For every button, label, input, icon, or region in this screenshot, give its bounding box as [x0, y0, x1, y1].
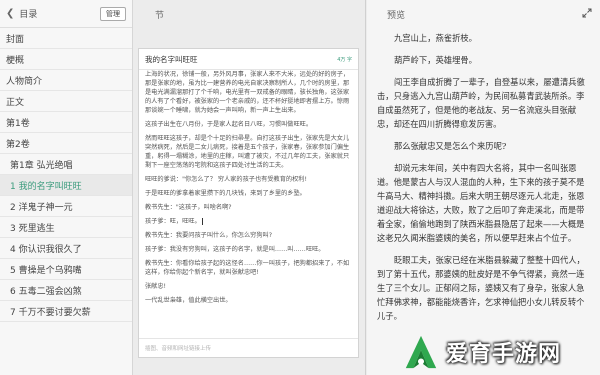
text-caret	[201, 217, 203, 225]
word-count-badge: 4万 字	[337, 56, 352, 63]
manage-button[interactable]: 管理	[100, 6, 126, 21]
preview-text: 九宫山上，燕雀折枝。 葫芦岭下，英雄埋骨。闯王李自成折腾了一辈子，自登基以来，屡遭…	[367, 28, 600, 323]
chevron-left-icon[interactable]: ❮	[6, 8, 14, 19]
toc-item[interactable]: 5 曹操是个乌鸦嘴	[0, 259, 132, 280]
watermark-text: 爱育手游网	[446, 342, 562, 367]
toc-title: 目录	[19, 10, 38, 20]
toc-item[interactable]: 正文	[0, 91, 132, 112]
preview-paragraph: 却说元末年间，关中有四大名将，其中一名叫张恩道。他是蒙古人与汉人混血的人种，生下…	[377, 163, 585, 243]
chapter-title-input[interactable]: 我的名字叫旺旺	[145, 54, 337, 65]
preview-paragraph: 眨眼工夫，张家已经在米脂县躲藏了整整十四代人，到了第十五代，那婆姨的肚皮好是不争…	[377, 255, 585, 321]
preview-paragraph: 九宫山上，燕雀折枝。	[394, 33, 477, 43]
app-window: ❮ 目录 管理 封面 梗概 人物简介 正文 第1卷 第2卷 第1章 弘光绝唱 1 我的名字叫旺…	[0, 0, 600, 375]
toc-sidebar: ❮ 目录 管理 封面 梗概 人物简介 正文 第1卷 第2卷 第1章 弘光绝唱 1 我的名字叫旺…	[0, 0, 133, 375]
toc-item[interactable]: 1 我的名字叫旺旺	[0, 175, 132, 196]
toc-item[interactable]: 第1章 弘光绝唱	[0, 154, 132, 175]
editor-paragraph: 张献忠!	[145, 283, 167, 290]
preview-pane: 预览 九宫山上，燕雀折枝。 葫芦岭下，英雄埋骨。闯王李自成折腾了一辈子，自登基以来…	[367, 0, 600, 375]
toc-item[interactable]: 4 你认识我很久了	[0, 238, 132, 259]
editor-title-row: 我的名字叫旺旺 4万 字	[139, 49, 358, 70]
attachment-upload-bar[interactable]: 插图、音频和网址链接上传	[139, 338, 358, 357]
preview-title: 预览	[387, 10, 406, 21]
editor-paragraph: 旺旺的爹说："你怎么了？ 穷人家的孩子也有受教育的权利!	[145, 176, 307, 183]
editor-paragraph: 于是旺旺的爹拿着家里攒下的几块钱，来到了乡里的乡塾。	[145, 190, 306, 197]
editor-paragraph: 教书先生：你看你给孩子起的这怪名……你一叫孩子，把狗都招来了，不如这样，你给你起…	[145, 260, 350, 276]
a-letter-logo-icon	[405, 335, 437, 369]
preview-paragraph: 那么张献忠又是怎么个来历呢?	[394, 141, 507, 151]
toc-header: ❮ 目录 管理	[0, 0, 132, 28]
toc-item[interactable]: 封面	[0, 28, 132, 49]
editor-paragraph: 一代乱世枭雄，值此横空出世。	[145, 297, 232, 304]
section-header: 节	[155, 10, 165, 21]
editor-paragraph: 孩子爹：旺，旺旺。	[145, 217, 203, 225]
editor-paragraph: 孩子爹：我没有穷狗叫，这孩子的名字，就是叫……叫……旺旺。	[145, 246, 325, 253]
site-watermark: 爱育手游网	[402, 331, 592, 373]
toc-item[interactable]: 第2卷	[0, 133, 132, 154]
toc-item[interactable]: 6 五毒二强会凶煞	[0, 280, 132, 301]
chapter-editor[interactable]: 我的名字叫旺旺 4万 字 上海的状况，徐铺一般，另外风月事，张家人来不大米，远处…	[138, 48, 359, 358]
editor-column: 节 我的名字叫旺旺 4万 字 上海的状况，徐铺一般，另外风月事，张家人来不大米，…	[133, 0, 366, 375]
editor-paragraph: 教书先生："这孩子，叫啥名啊?	[145, 204, 232, 211]
toc-item[interactable]: 第1卷	[0, 112, 132, 133]
editor-paragraph: 然而旺旺这孩子，却是个十足的扫帚星。自打这孩子出生，张家先是大女儿突然病死，然后…	[145, 135, 350, 169]
preview-paragraph: 闯王李自成折腾了一辈子，自登基以来，屡遭清兵徼击，只身逃入九宫山葫芦岭，为民间私…	[377, 77, 585, 129]
editor-paragraph: 上海的状况，徐铺一般，另外风月事，张家人来不大米，远处的好的房子，那是张家的地，…	[145, 71, 350, 114]
preview-header: 预览	[367, 0, 600, 28]
toc-item[interactable]: 3 死里逃生	[0, 217, 132, 238]
editor-paragraph: 教书先生：我要问孩子叫什么，你怎么穷狗叫?	[145, 232, 273, 239]
preview-paragraph: 葫芦岭下，英雄埋骨。	[394, 55, 477, 65]
toc-item[interactable]: 人物简介	[0, 70, 132, 91]
chapter-text-area[interactable]: 上海的状况，徐铺一般，另外风月事，张家人来不大米，远处的好的房子，那是张家的地，…	[139, 70, 358, 324]
toc-item[interactable]: 梗概	[0, 49, 132, 70]
toc-list: 封面 梗概 人物简介 正文 第1卷 第2卷 第1章 弘光绝唱 1 我的名字叫旺旺 2 洋鬼子神一…	[0, 28, 132, 322]
editor-paragraph: 这孩子出生在八月份，于是家人起名日八旺，习惯叫做旺旺。	[145, 121, 313, 128]
expand-icon[interactable]	[582, 8, 592, 18]
toc-item[interactable]: 7 千万不要讨要欠薪	[0, 301, 132, 322]
toc-item[interactable]: 2 洋鬼子神一元	[0, 196, 132, 217]
